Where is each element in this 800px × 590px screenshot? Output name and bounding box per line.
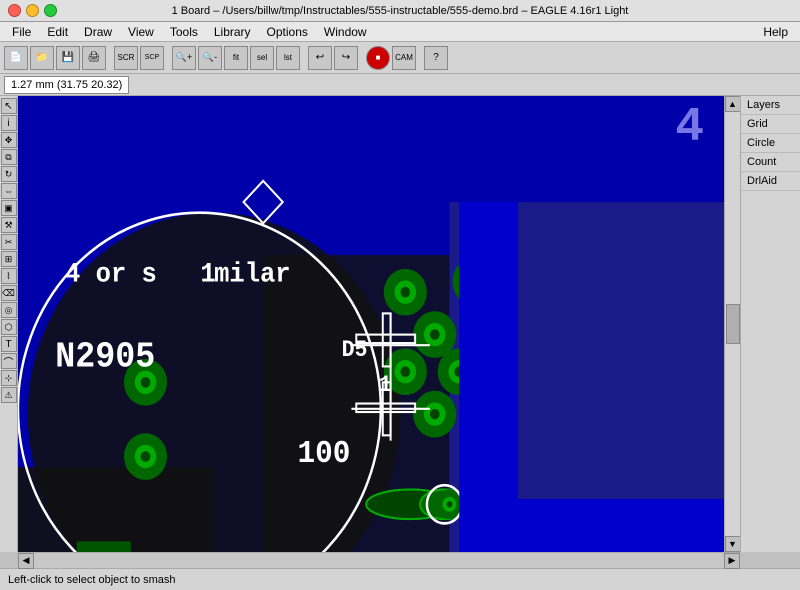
- coord-bar: 1.27 mm (31.75 20.32): [0, 74, 800, 96]
- pcb-canvas[interactable]: 4: [18, 96, 724, 552]
- scroll-up-arrow[interactable]: ▲: [725, 96, 741, 112]
- optimize-icon[interactable]: ⊞: [1, 251, 17, 267]
- arc-icon[interactable]: ⌒: [1, 353, 17, 369]
- svg-text:R4: R4: [320, 548, 353, 552]
- close-button[interactable]: [8, 4, 21, 17]
- toolbar: 📄 📁 💾 🖨 SCR SCP 🔍+ 🔍- fit sel lst ↩ ↪ ■ …: [0, 42, 800, 74]
- new-icon[interactable]: 📄: [4, 46, 28, 70]
- copy-icon[interactable]: SCP: [140, 46, 164, 70]
- save-icon[interactable]: 💾: [56, 46, 80, 70]
- svg-text:milar: milar: [214, 259, 290, 290]
- svg-text:D5: D5: [342, 336, 368, 363]
- left-toolbar: ↖ i ✥ ⧉ ↻ ⇔ ▣ ⚒ ✂ ⊞ ⌇ ⌫ ◎ ⬡ T ⌒ ⊹ ⚠: [0, 96, 18, 552]
- smash-icon[interactable]: ⚒: [1, 217, 17, 233]
- rotate-icon[interactable]: ↻: [1, 166, 17, 182]
- scroll-down-arrow[interactable]: ▼: [725, 536, 741, 552]
- menu-bar: File Edit Draw View Tools Library Option…: [0, 22, 800, 42]
- text-icon[interactable]: T: [1, 336, 17, 352]
- scroll-left-arrow[interactable]: ◀: [18, 553, 34, 569]
- menu-edit[interactable]: Edit: [39, 22, 76, 41]
- print-icon[interactable]: 🖨: [82, 46, 106, 70]
- open-icon[interactable]: 📁: [30, 46, 54, 70]
- svg-text:Q2: Q2: [163, 548, 196, 552]
- zoom-last-icon[interactable]: lst: [276, 46, 300, 70]
- scroll-track[interactable]: [34, 553, 724, 568]
- route-icon[interactable]: ⌇: [1, 268, 17, 284]
- menu-tools[interactable]: Tools: [162, 22, 206, 41]
- menu-help[interactable]: Help: [755, 22, 796, 41]
- select-icon[interactable]: ↖: [1, 98, 17, 114]
- split-icon[interactable]: ✂: [1, 234, 17, 250]
- status-text: Left-click to select object to smash: [8, 574, 176, 586]
- cam-icon[interactable]: CAM: [392, 46, 416, 70]
- group-icon[interactable]: ▣: [1, 200, 17, 216]
- window-title: 1 Board – /Users/billw/tmp/Instructables…: [172, 5, 629, 17]
- menu-window[interactable]: Window: [316, 22, 375, 41]
- mirror-icon[interactable]: ⇔: [1, 183, 17, 199]
- vertical-scrollbar[interactable]: ▲ ▼: [724, 96, 740, 552]
- horizontal-scrollbar[interactable]: ◀ ▶: [18, 552, 740, 568]
- scroll-right-arrow[interactable]: ▶: [724, 553, 740, 569]
- menu-draw[interactable]: Draw: [76, 22, 120, 41]
- info-icon[interactable]: i: [1, 115, 17, 131]
- menu-file[interactable]: File: [4, 22, 39, 41]
- panel-layers[interactable]: Layers: [741, 96, 800, 115]
- panel-count[interactable]: Count: [741, 153, 800, 172]
- scroll-thumb[interactable]: [726, 304, 740, 344]
- stop-icon[interactable]: ■: [366, 46, 390, 70]
- main-area: ↖ i ✥ ⧉ ↻ ⇔ ▣ ⚒ ✂ ⊞ ⌇ ⌫ ◎ ⬡ T ⌒ ⊹ ⚠ 4: [0, 96, 800, 552]
- coordinate-display: 1.27 mm (31.75 20.32): [4, 76, 129, 94]
- svg-text:100: 100: [297, 436, 350, 472]
- help-icon[interactable]: ?: [424, 46, 448, 70]
- zoom-in-icon[interactable]: 🔍+: [172, 46, 196, 70]
- menu-view[interactable]: View: [120, 22, 162, 41]
- panel-grid[interactable]: Grid: [741, 115, 800, 134]
- panel-drlaid[interactable]: DrlAid: [741, 172, 800, 191]
- status-bar: Left-click to select object to smash: [0, 568, 800, 590]
- ripup-icon[interactable]: ⌫: [1, 285, 17, 301]
- zoom-fit-icon[interactable]: fit: [224, 46, 248, 70]
- cut-icon[interactable]: SCR: [114, 46, 138, 70]
- right-panel: Layers Grid Circle Count DrlAid: [740, 96, 800, 552]
- copy2-icon[interactable]: ⧉: [1, 149, 17, 165]
- window-controls[interactable]: [8, 4, 57, 17]
- maximize-button[interactable]: [44, 4, 57, 17]
- minimize-button[interactable]: [26, 4, 39, 17]
- pcb-svg: 4 or s milar 1 N2905 100 D5 1 Q2 Q1 R4: [18, 96, 724, 552]
- grid2-icon[interactable]: ⊹: [1, 370, 17, 386]
- polygon-icon[interactable]: ⬡: [1, 319, 17, 335]
- redo-icon[interactable]: ↪: [334, 46, 358, 70]
- canvas-wrapper[interactable]: 4: [18, 96, 740, 552]
- menu-library[interactable]: Library: [206, 22, 259, 41]
- zoom-select-icon[interactable]: sel: [250, 46, 274, 70]
- move-icon[interactable]: ✥: [1, 132, 17, 148]
- menu-options[interactable]: Options: [259, 22, 316, 41]
- svg-text:N2905: N2905: [55, 337, 155, 377]
- svg-text:4 or s: 4 or s: [65, 259, 157, 290]
- svg-text:1: 1: [200, 259, 215, 290]
- panel-circle[interactable]: Circle: [741, 134, 800, 153]
- via-icon[interactable]: ◎: [1, 302, 17, 318]
- drc-icon[interactable]: ⚠: [1, 387, 17, 403]
- zoom-out-icon[interactable]: 🔍-: [198, 46, 222, 70]
- undo-icon[interactable]: ↩: [308, 46, 332, 70]
- title-bar: 1 Board – /Users/billw/tmp/Instructables…: [0, 0, 800, 22]
